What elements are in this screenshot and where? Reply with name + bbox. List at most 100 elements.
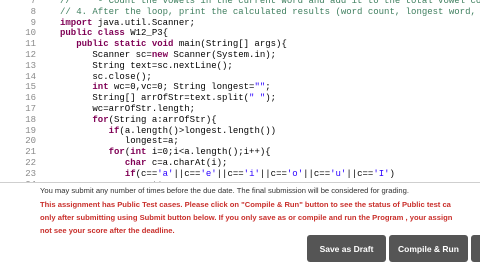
code-line[interactable]: 18 for(String a:arrOfStr){ [0,115,480,126]
code-token: Scanner(System.in); [168,49,277,60]
code-line[interactable]: 19 if(a.length()>longest.length()) [0,126,480,137]
line-number: 20 [25,136,36,147]
line-code[interactable]: public class W12_P3{ [60,28,168,39]
code-line[interactable]: 7 // - Count the vowels in the current wo… [0,0,480,7]
line-code[interactable]: Scanner sc=new Scanner(System.in); [60,50,276,61]
line-code[interactable]: int wc=0,vc=0; String longest=""; [60,82,271,93]
line-code[interactable]: // 4. After the loop, print the calculat… [60,7,480,18]
line-code[interactable]: char c=a.charAt(i); [60,158,228,169]
line-code[interactable]: for(String a:arrOfStr){ [60,114,217,126]
code-token: main(String[] args){ [173,39,287,50]
code-token: sc.close(); [60,71,152,82]
line-number: 22 [25,157,36,168]
line-number: 23 [25,168,36,179]
code-token: if [108,125,120,136]
submit-button[interactable] [471,235,480,262]
line-code[interactable]: if(c=='a'||c=='e'||c=='i'||c=='o'||c=='u… [60,169,395,180]
code-token: (String a:arrOfStr){ [108,114,217,125]
code-line[interactable]: 22 char c=a.charAt(i); [0,158,480,169]
save-as-draft-button[interactable]: Save as Draft [307,235,386,262]
code-token: int [92,82,109,93]
code-token: 'i' [243,168,260,179]
line-number: 11 [25,39,36,50]
line-number: 15 [25,82,36,93]
line-number: 21 [25,147,36,158]
code-token: W12_P3{ [124,28,169,39]
code-token: 'a' [157,168,174,179]
code-token: ||c== [259,168,287,179]
line-code[interactable]: String[] arrOfStr=text.split(" "); [60,93,276,104]
code-line[interactable]: 8 // 4. After the loop, print the calcula… [0,7,480,18]
code-token: (a.length()>longest.length()) [119,125,277,136]
compile-and-run-button[interactable]: Compile & Run [389,235,468,262]
code-line[interactable]: 11 public static void main(String[] args… [0,39,480,50]
line-code[interactable]: vc++; [60,180,168,182]
code-line[interactable]: 24 vc++; [0,180,480,182]
code-token: ||c== [173,168,201,179]
code-token: ); [265,93,277,104]
code-token: ||c== [303,168,331,179]
code-token: 'o' [286,168,304,179]
code-line[interactable]: 9 import java.util.Scanner; [0,18,480,29]
line-number: 10 [25,28,36,39]
line-code[interactable]: import java.util.Scanner; [60,18,195,29]
code-token: ) [389,168,395,179]
line-number: 13 [25,60,36,71]
code-token: for [92,114,109,125]
line-number: 9 [30,17,36,28]
code-token: for [108,147,125,158]
code-token: java.util.Scanner; [92,17,196,28]
code-editor[interactable]: 7 // - Count the vowels in the current wo… [0,0,480,183]
code-token: // - Count the vowels in the current wor… [60,0,480,6]
submission-info-text: You may submit any number of times befor… [40,186,409,195]
line-number: 12 [25,49,36,60]
code-line[interactable]: 10 public class W12_P3{ [0,28,480,39]
code-token: longest=a; [60,136,179,147]
code-line[interactable]: 23 if(c=='a'||c=='e'||c=='i'||c=='o'||c=… [0,169,480,180]
code-line[interactable]: 21 for(int i=0;i<a.length();i++){ [0,147,480,158]
public-test-warning-line-3: not see your score after the deadline. [40,226,175,235]
line-code[interactable]: sc.close(); [60,71,152,83]
code-token: ||c== [216,168,244,179]
code-token: public static void [76,39,174,50]
code-line[interactable]: 12 Scanner sc=new Scanner(System.in); [0,50,480,61]
public-test-warning-line-1: This assignment has Public Test cases. P… [40,200,451,209]
code-token: (c== [135,168,158,179]
line-code[interactable]: if(a.length()>longest.length()) [60,126,276,137]
code-token: wc=arrOfStr.length; [60,103,196,114]
code-line[interactable]: 20 longest=a; [0,136,480,147]
code-line[interactable]: 16 String[] arrOfStr=text.split(" "); [0,93,480,104]
code-token: if [124,168,136,179]
line-code[interactable]: public static void main(String[] args){ [60,39,287,50]
code-token: ||c== [346,168,374,179]
line-number: 18 [25,114,36,125]
code-token: new [151,49,169,60]
code-lines[interactable]: 7 // - Count the vowels in the current wo… [0,0,480,182]
code-line[interactable]: 15 int wc=0,vc=0; String longest=""; [0,82,480,93]
line-code[interactable]: // - Count the vowels in the current wor… [60,0,480,7]
line-code[interactable]: longest=a; [60,136,179,147]
code-token: int [130,147,147,158]
code-token: 'u' [330,168,347,179]
code-line[interactable]: 13 String text=sc.nextLine(); [0,61,480,72]
line-code[interactable]: wc=arrOfStr.length; [60,104,195,115]
line-number: 24 [0,180,48,182]
line-number: 16 [25,93,36,104]
line-number: 7 [30,0,36,6]
code-line[interactable]: 14 sc.close(); [0,72,480,83]
code-token: " " [249,93,266,104]
code-token: 'I' [373,168,390,179]
code-token: public class [60,28,125,39]
code-token: ; [265,82,271,93]
line-code[interactable]: String text=sc.nextLine(); [60,61,232,72]
line-code[interactable]: for(int i=0;i<a.length();i++){ [60,147,271,158]
code-line[interactable]: 17 wc=arrOfStr.length; [0,104,480,115]
line-number: 19 [25,125,36,136]
code-token: Scanner sc= [60,49,152,60]
